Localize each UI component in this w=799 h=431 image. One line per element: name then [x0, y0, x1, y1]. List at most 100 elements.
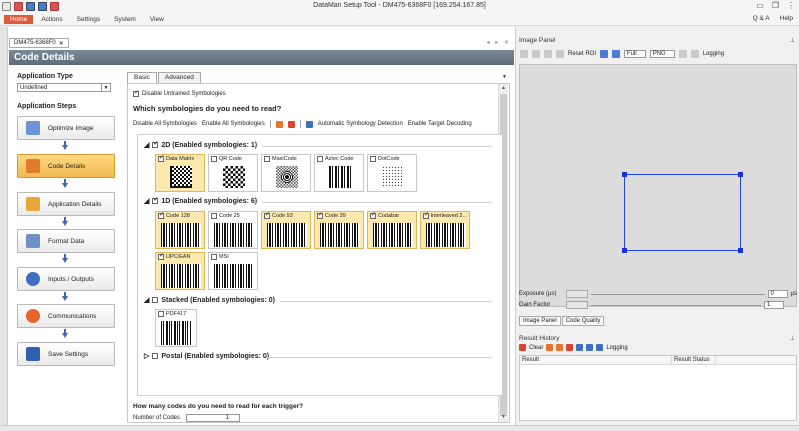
- symbology-pdf417[interactable]: PDF417: [155, 309, 197, 347]
- help-link[interactable]: Help: [780, 15, 793, 22]
- columns-icon[interactable]: [576, 344, 584, 351]
- scroll-down-icon[interactable]: ▼: [501, 414, 506, 420]
- exposure-value[interactable]: 0: [767, 290, 788, 298]
- checkbox[interactable]: [158, 155, 164, 162]
- tab-basic[interactable]: Basic: [127, 72, 157, 83]
- symbology-code-39[interactable]: Code 39: [314, 211, 364, 249]
- step-inputs-outputs[interactable]: Inputs / Outputs: [17, 267, 115, 291]
- copy-icon[interactable]: [566, 344, 574, 351]
- device-tab[interactable]: DM475-6368F0 ✕: [9, 38, 69, 48]
- roi-handle[interactable]: [622, 172, 627, 177]
- collapse-icon[interactable]: ◢: [144, 296, 149, 304]
- application-type-select[interactable]: Undefined ▼: [17, 83, 111, 92]
- tab-advanced[interactable]: Advanced: [157, 72, 201, 83]
- clear-icon[interactable]: [519, 344, 526, 351]
- checkbox[interactable]: [211, 156, 217, 162]
- checkbox[interactable]: [158, 212, 164, 219]
- split-icon[interactable]: [678, 50, 687, 58]
- symbology-maxicode[interactable]: MaxiCode: [261, 154, 311, 192]
- step-save-settings[interactable]: Save Settings: [17, 342, 115, 366]
- roi-handle[interactable]: [738, 172, 743, 177]
- fit-icon[interactable]: [612, 50, 621, 58]
- untrain-icon[interactable]: [287, 120, 295, 128]
- symbology-upc-ean[interactable]: UPC/EAN: [155, 252, 205, 290]
- group-postal-checkbox[interactable]: [152, 353, 159, 359]
- checkbox[interactable]: [211, 254, 217, 260]
- qa-link[interactable]: Q & A: [753, 15, 770, 22]
- roi-handle[interactable]: [622, 248, 627, 253]
- pan-icon[interactable]: [544, 50, 552, 58]
- overlay-icon[interactable]: [600, 50, 609, 58]
- symbology-data-matrix[interactable]: Data Matrix: [155, 154, 205, 192]
- symbology-code-25[interactable]: Code 25: [208, 211, 258, 249]
- pin-icon[interactable]: ⊥: [790, 37, 795, 44]
- checkbox[interactable]: [317, 156, 323, 162]
- menu-view[interactable]: View: [144, 15, 170, 24]
- column-result[interactable]: Result: [520, 356, 672, 364]
- symbology-msi[interactable]: MSI: [208, 252, 258, 290]
- step-communications[interactable]: Communications: [17, 304, 115, 328]
- menu-settings[interactable]: Settings: [71, 15, 107, 24]
- close-icon[interactable]: ✕: [59, 40, 64, 47]
- group-postal-header[interactable]: ▷ Postal (Enabled symbologies: 0): [144, 352, 269, 361]
- expand-icon[interactable]: ▷: [144, 352, 149, 360]
- image-viewport[interactable]: [519, 64, 797, 307]
- zoom-select[interactable]: Full: [624, 50, 646, 58]
- symbology-codabar[interactable]: Codabar: [367, 211, 417, 249]
- tab-dropdown-icon[interactable]: ▼: [502, 74, 507, 80]
- exposure-slider[interactable]: [591, 293, 765, 295]
- checkbox[interactable]: [370, 212, 376, 219]
- symbology-aztec-code[interactable]: Aztec Code: [314, 154, 364, 192]
- gain-slider[interactable]: [591, 304, 761, 306]
- export-icon[interactable]: [556, 344, 564, 351]
- pin-icon[interactable]: ⊥: [790, 335, 795, 342]
- reset-roi-button[interactable]: Reset ROI: [568, 51, 596, 57]
- format-select[interactable]: PNG: [649, 50, 675, 58]
- gain-mode-select[interactable]: [566, 301, 588, 309]
- disable-untrained-option[interactable]: Disable Untrained Symbologies: [133, 89, 226, 97]
- restore-icon[interactable]: ❐: [772, 1, 779, 10]
- menu-system[interactable]: System: [108, 15, 142, 24]
- minimize-icon[interactable]: ▭: [756, 1, 764, 10]
- move-icon[interactable]: [556, 50, 564, 58]
- zoom-out-icon[interactable]: [532, 50, 540, 58]
- step-code-details[interactable]: Code Details: [17, 154, 115, 178]
- tab-scroll-icons[interactable]: ◂ ▸ ✕: [487, 39, 511, 46]
- checkbox[interactable]: [158, 253, 164, 260]
- save-image-icon[interactable]: [690, 50, 699, 58]
- group-2d-header[interactable]: ◢ 2D (Enabled symbologies: 1): [144, 140, 257, 149]
- step-format-data[interactable]: Format Data: [17, 229, 115, 253]
- target-decoding-link[interactable]: Enable Target Decoding: [408, 121, 472, 127]
- group-1d-checkbox[interactable]: [152, 196, 158, 204]
- collapse-icon[interactable]: ◢: [144, 197, 149, 205]
- checkbox[interactable]: [317, 212, 323, 219]
- symbology-qr-code[interactable]: QR Code: [208, 154, 258, 192]
- chevron-down-icon[interactable]: ▼: [101, 84, 110, 91]
- zoom-in-icon[interactable]: [520, 50, 528, 58]
- group-2d-checkbox[interactable]: [152, 140, 158, 148]
- logging-dropdown[interactable]: Logging: [703, 51, 724, 57]
- auto-detect-link[interactable]: Automatic Symbology Detection: [318, 121, 403, 127]
- checkbox[interactable]: [211, 213, 217, 219]
- train-icon[interactable]: [275, 120, 283, 128]
- collapse-icon[interactable]: ◢: [144, 141, 149, 149]
- checkbox[interactable]: [158, 311, 164, 317]
- menu-home[interactable]: Home: [4, 14, 34, 24]
- symbology-interleaved-2-of-5[interactable]: Interleaved 2...: [420, 211, 470, 249]
- tab-code-quality[interactable]: Code Quality: [561, 316, 605, 326]
- symbology-code-93[interactable]: Code 93: [261, 211, 311, 249]
- roi-rectangle[interactable]: [622, 172, 743, 253]
- close-icon[interactable]: ⋮: [787, 1, 795, 10]
- result-table[interactable]: Result Result Status: [519, 355, 797, 421]
- checkbox[interactable]: [264, 156, 270, 162]
- symbology-code-128[interactable]: Code 128: [155, 211, 205, 249]
- column-result-status[interactable]: Result Status: [672, 356, 716, 364]
- menu-actions[interactable]: Actions: [35, 15, 68, 24]
- sound-icon[interactable]: [596, 344, 604, 351]
- checkbox[interactable]: [264, 212, 270, 219]
- group-stacked-header[interactable]: ◢ Stacked (Enabled symbologies: 0): [144, 296, 275, 305]
- step-optimize-image[interactable]: Optimize Image: [17, 116, 115, 140]
- gain-value[interactable]: 1: [764, 301, 784, 309]
- scroll-up-icon[interactable]: ▲: [501, 85, 506, 91]
- clear-button[interactable]: Clear: [529, 345, 543, 351]
